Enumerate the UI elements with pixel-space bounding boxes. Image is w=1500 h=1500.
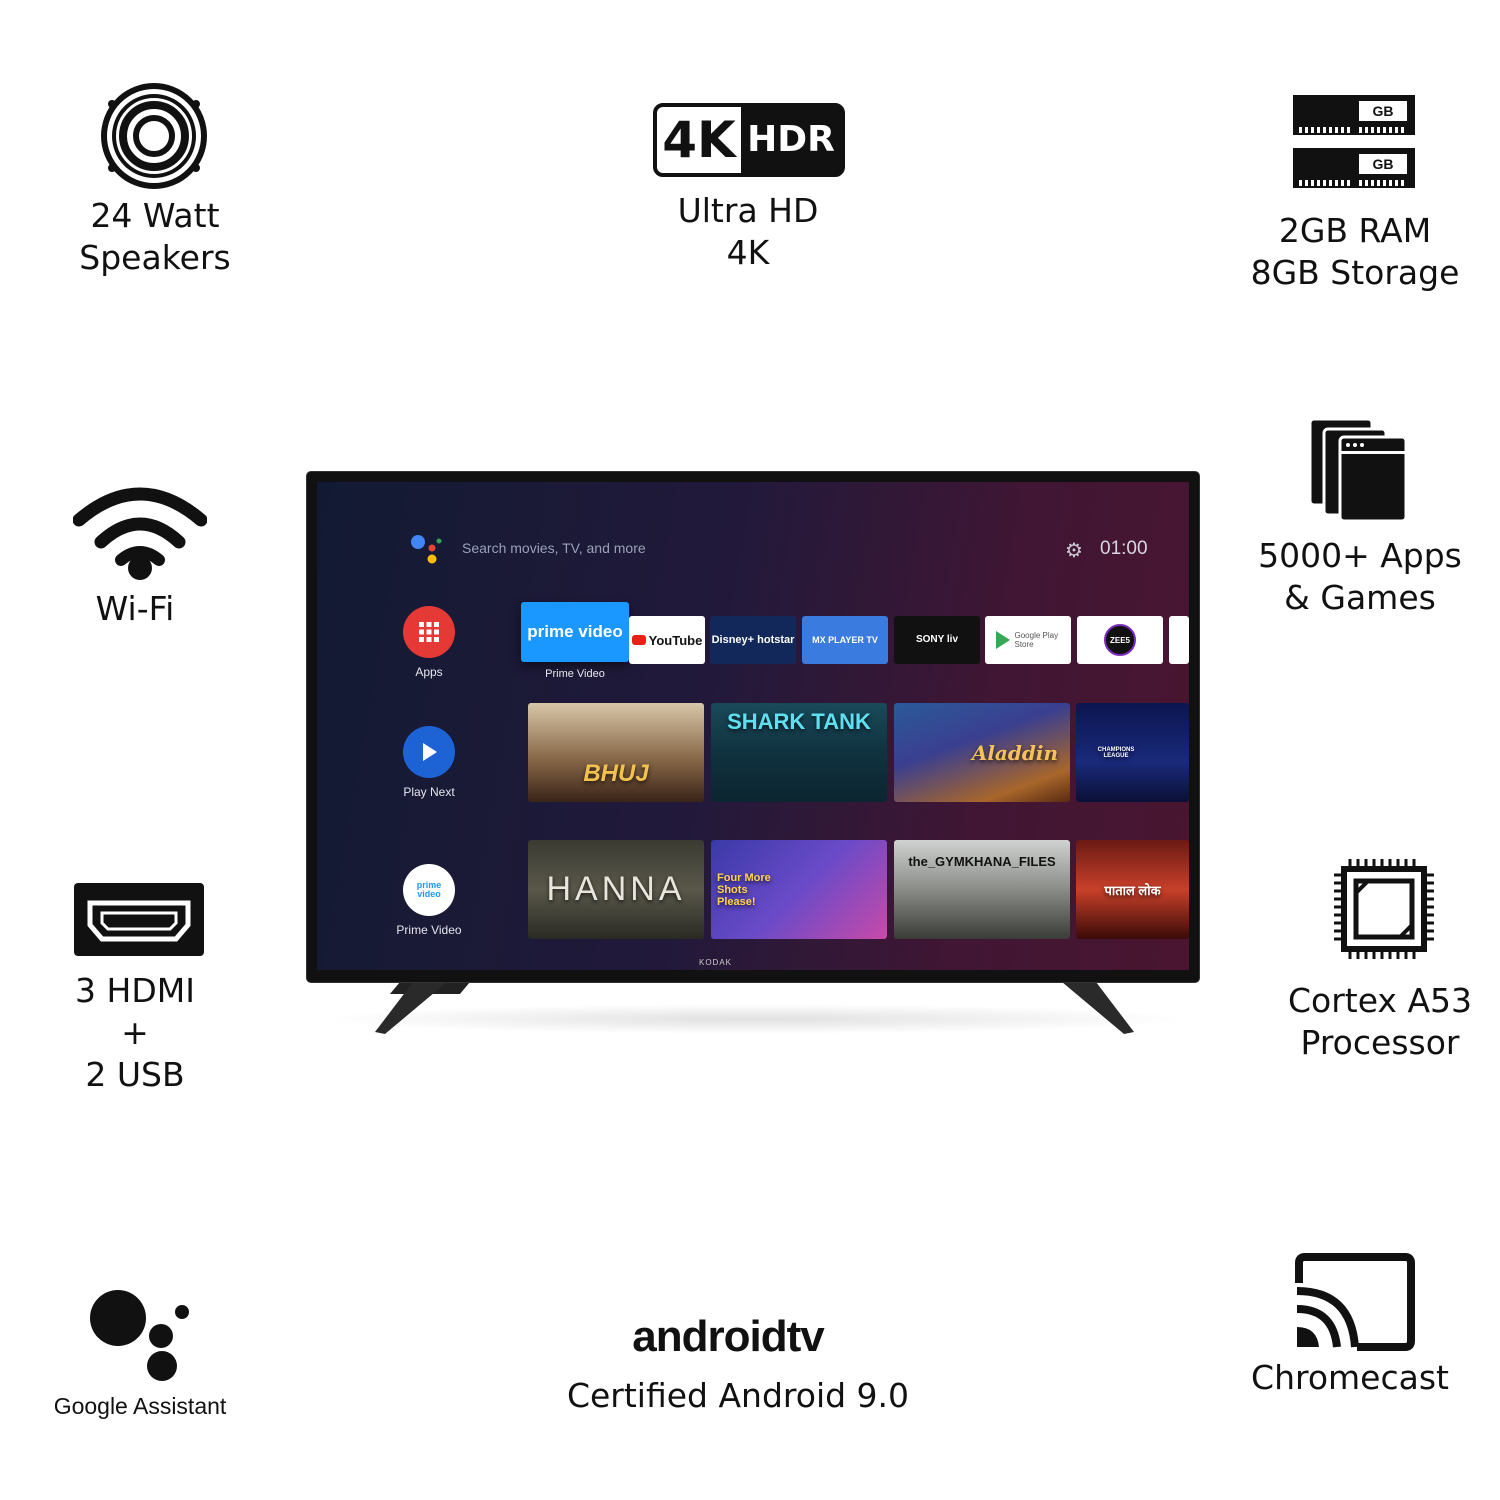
- androidtv-logo: androidtv: [632, 1312, 824, 1361]
- settings-gear-icon[interactable]: ⚙: [1065, 538, 1083, 563]
- sidebar-prime-video-label: Prime Video: [396, 923, 462, 937]
- display-text: Ultra HD 4K: [677, 191, 819, 272]
- sidebar-play-next-label: Play Next: [403, 785, 455, 799]
- wifi-text: Wi-Fi: [95, 589, 175, 628]
- thumb-bhuj[interactable]: BHUJ: [528, 703, 704, 802]
- clock: 01:00: [1100, 538, 1148, 559]
- thumb-shark-tank[interactable]: SHARK TANK: [711, 703, 887, 802]
- thumb-paatal-lok[interactable]: पाताल लोक: [1076, 840, 1189, 939]
- apps-stack-icon: [1308, 417, 1408, 523]
- app-tile-partial[interactable]: [1169, 616, 1189, 664]
- search-field[interactable]: Search movies, TV, and more: [462, 540, 646, 556]
- wifi-icon: [72, 482, 208, 582]
- apps-grid-icon: [419, 622, 439, 642]
- thumb-gymkhana-files[interactable]: the_GYMKHANA_FILES: [894, 840, 1070, 939]
- hdmi-port-icon: [74, 883, 204, 956]
- google-assistant-icon: [88, 1288, 193, 1383]
- tv-screen: Search movies, TV, and more ⚙ 01:00 Apps…: [317, 482, 1189, 970]
- sidebar-apps-label: Apps: [415, 665, 443, 679]
- android-text: Certified Android 9.0: [566, 1376, 910, 1415]
- app-tile-zee5[interactable]: ZEE5: [1077, 616, 1163, 664]
- app-tile-google-play[interactable]: Google Play Store: [985, 616, 1071, 664]
- prime-video-icon: prime video: [416, 880, 442, 899]
- kodak-brand: KODAK: [699, 958, 733, 967]
- thumb-bhuj-title: BHUJ: [583, 760, 649, 787]
- app-tile-mx-player-text: MX PLAYER TV: [812, 635, 878, 645]
- app-tile-hotstar[interactable]: Disney+ hotstar: [710, 616, 796, 664]
- app-tile-hotstar-text: Disney+ hotstar: [711, 633, 795, 646]
- thumb-champions-league-title: CHAMPIONS LEAGUE: [1097, 746, 1135, 759]
- app-tile-youtube-text: YouTube: [648, 632, 703, 648]
- chromecast-text: Chromecast: [1251, 1358, 1449, 1397]
- play-icon: [423, 743, 437, 761]
- app-tile-prime-video[interactable]: prime video: [521, 602, 629, 662]
- thumb-champions-league[interactable]: CHAMPIONS LEAGUE: [1076, 703, 1189, 802]
- thumb-hanna[interactable]: HANNA: [528, 840, 704, 939]
- thumb-gymkhana-files-title: the_GYMKHANA_FILES: [908, 854, 1056, 869]
- thumb-hanna-title: HANNA: [546, 870, 686, 908]
- badge-hdr: HDR: [747, 119, 835, 160]
- youtube-icon: [631, 635, 646, 645]
- app-tile-google-play-text: Google Play Store: [1014, 631, 1059, 649]
- google-assistant-mic-icon: [409, 532, 443, 566]
- ram-chip-icon: GB GB: [1293, 93, 1415, 188]
- speakers-text: 24 Watt Speakers: [79, 196, 231, 277]
- sidebar-play-next-button[interactable]: [403, 726, 455, 778]
- thumb-four-more-shots-title: Four More Shots Please!: [717, 871, 771, 908]
- apps-text: 5000+ Apps & Games: [1258, 536, 1462, 617]
- app-tile-sony-liv[interactable]: SONY liv: [894, 616, 980, 664]
- speaker-icon: [100, 82, 208, 190]
- 4k-hdr-badge: 4K HDR: [653, 103, 845, 177]
- app-tile-prime-video-text: prime video: [527, 622, 623, 641]
- sidebar-apps-button[interactable]: [403, 606, 455, 658]
- thumb-paatal-lok-title: पाताल लोक: [1104, 882, 1161, 898]
- sidebar-prime-video-button[interactable]: prime video: [403, 864, 455, 916]
- app-tile-sony-liv-text: SONY liv: [915, 634, 959, 645]
- badge-4k: 4K: [657, 107, 741, 173]
- thumb-shark-tank-title: SHARK TANK: [727, 709, 871, 734]
- app-tile-mx-player[interactable]: MX PLAYER TV: [802, 616, 888, 664]
- app-tile-zee5-text: ZEE5: [1104, 624, 1136, 656]
- tv-frame: Search movies, TV, and more ⚙ 01:00 Apps…: [307, 472, 1199, 982]
- ports-text: 3 HDMI + 2 USB: [75, 971, 195, 1094]
- assistant-text: Google Assistant: [53, 1393, 227, 1419]
- ram-chip-label-1: GB: [1372, 103, 1394, 119]
- thumb-four-more-shots[interactable]: Four More Shots Please!: [711, 840, 887, 939]
- memory-text: 2GB RAM 8GB Storage: [1250, 211, 1460, 292]
- chromecast-icon: [1293, 1253, 1415, 1351]
- processor-chip-icon: [1332, 857, 1436, 961]
- ram-chip-label-2: GB: [1372, 156, 1394, 172]
- thumb-aladdin-title: Aladdin: [971, 740, 1058, 765]
- app-tile-youtube[interactable]: YouTube: [629, 616, 705, 664]
- google-play-icon: [995, 631, 1010, 649]
- processor-text: Cortex A53 Processor: [1287, 981, 1473, 1062]
- thumb-aladdin[interactable]: Aladdin: [894, 703, 1070, 802]
- focused-app-label: Prime Video: [545, 668, 605, 680]
